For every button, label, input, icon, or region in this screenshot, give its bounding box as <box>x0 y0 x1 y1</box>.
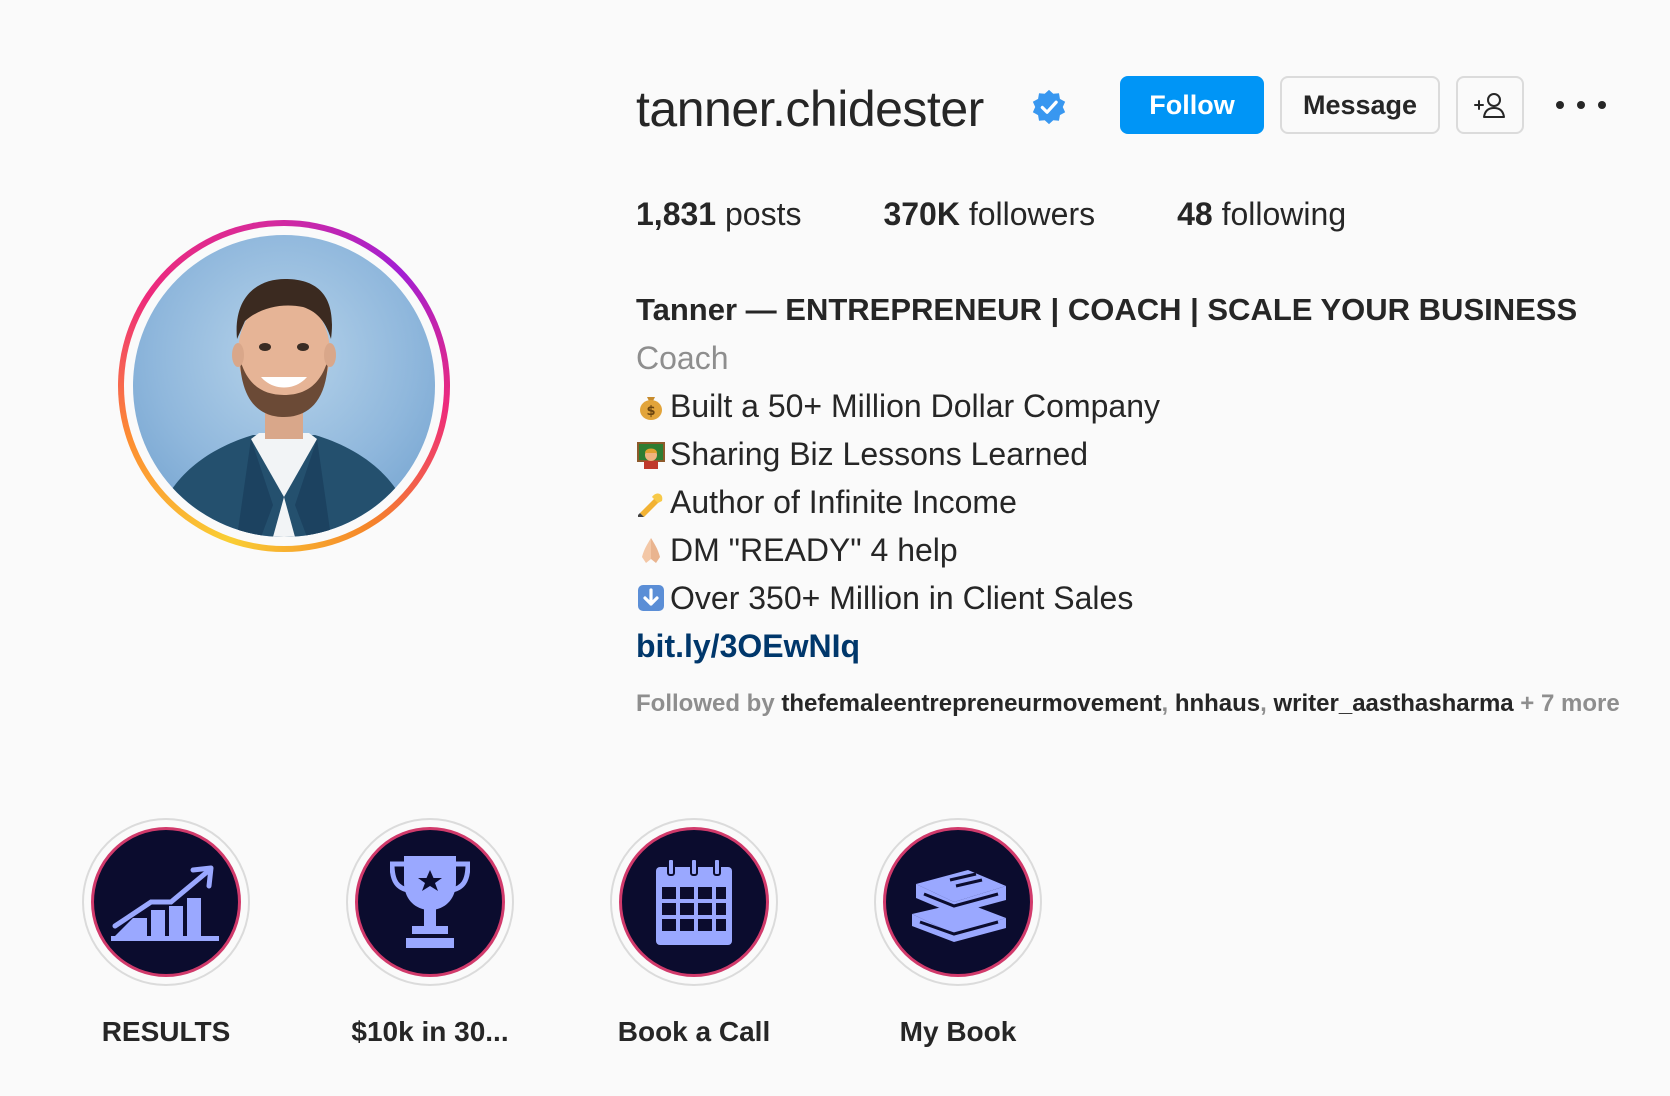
more-dot <box>1577 101 1585 109</box>
profile-username: tanner.chidester <box>636 81 984 137</box>
verified-badge-icon <box>1032 89 1066 125</box>
followers-label: followers <box>968 196 1096 232</box>
bio-link[interactable]: bit.ly/3OEwNIq <box>636 622 1656 670</box>
bio-line-text: Sharing Biz Lessons Learned <box>670 436 1089 472</box>
bio-line: DM "READY" 4 help <box>636 526 1656 574</box>
folded-hands-icon <box>642 538 660 563</box>
calendar-icon <box>656 858 732 945</box>
message-button[interactable]: Message <box>1280 76 1440 134</box>
suggested-users-button[interactable] <box>1456 76 1524 134</box>
bio-line: $ Built a 50+ Million Dollar Company <box>636 382 1656 430</box>
follower-name[interactable]: thefemaleentrepreneurmovement <box>781 690 1161 717</box>
growth-chart-icon <box>111 865 219 941</box>
following-stat[interactable]: 48 following <box>1177 196 1346 233</box>
highlight-ring <box>610 818 778 986</box>
highlight-ring <box>874 818 1042 986</box>
bio-line: Author of Infinite Income <box>636 478 1656 526</box>
highlight-cover <box>883 827 1033 977</box>
followed-by: Followed by thefemaleentrepreneurmovemen… <box>636 690 1620 718</box>
posts-label: posts <box>724 196 802 232</box>
highlight-label: Book a Call <box>617 1016 771 1047</box>
more-dot <box>1598 101 1606 109</box>
following-label: following <box>1221 196 1347 232</box>
teacher-icon <box>637 442 665 469</box>
profile-category: Coach <box>636 340 729 376</box>
followed-by-more[interactable]: + 7 more <box>1514 690 1619 717</box>
more-options-icon[interactable] <box>1556 92 1606 118</box>
bio-line-text: Author of Infinite Income <box>670 484 1017 520</box>
profile-bio: Tanner — ENTREPRENEUR | COACH | SCALE YO… <box>636 286 1656 670</box>
bio-line: Over 350+ Million in Client Sales <box>636 574 1656 622</box>
followers-count: 370K <box>883 196 960 232</box>
bio-line: Sharing Biz Lessons Learned <box>636 430 1656 478</box>
highlight-10k[interactable]: $10k in 30... <box>330 818 530 1048</box>
followed-by-prefix: Followed by <box>636 690 782 717</box>
bio-line-text: DM "READY" 4 help <box>670 532 958 568</box>
profile-avatar[interactable] <box>118 220 450 552</box>
profile-full-name: Tanner — ENTREPRENEUR | COACH | SCALE YO… <box>636 292 1578 327</box>
writing-hand-icon <box>638 493 663 517</box>
highlight-cover <box>355 827 505 977</box>
avatar-gap <box>124 226 444 546</box>
highlight-label: My Book <box>899 1016 1017 1047</box>
follow-button[interactable]: Follow <box>1120 76 1264 134</box>
highlight-ring <box>82 818 250 986</box>
add-user-icon <box>1474 93 1505 118</box>
trophy-icon <box>390 856 470 948</box>
profile-photo <box>133 235 435 537</box>
followers-stat[interactable]: 370K followers <box>883 196 1095 233</box>
highlight-cover <box>619 827 769 977</box>
follower-name[interactable]: hnhaus <box>1175 690 1260 717</box>
followed-by-separator: , <box>1161 690 1175 717</box>
highlight-cover <box>91 827 241 977</box>
posts-stat: 1,831 posts <box>636 196 801 233</box>
following-count: 48 <box>1177 196 1213 232</box>
svg-text:$: $ <box>646 404 655 419</box>
highlight-label: $10k in 30... <box>351 1016 509 1047</box>
profile-stats: 1,831 posts 370K followers 48 following <box>636 196 1428 233</box>
highlight-results[interactable]: RESULTS <box>66 818 266 1048</box>
books-icon <box>912 870 1006 942</box>
highlight-ring <box>346 818 514 986</box>
posts-count: 1,831 <box>636 196 717 232</box>
bio-line-text: Over 350+ Million in Client Sales <box>670 580 1134 616</box>
money-bag-icon: $ <box>640 397 662 420</box>
highlight-book-a-call[interactable]: Book a Call <box>594 818 794 1048</box>
more-dot <box>1556 101 1564 109</box>
highlight-my-book[interactable]: My Book <box>858 818 1058 1048</box>
followed-by-separator: , <box>1260 690 1274 717</box>
down-arrow-icon <box>638 585 664 611</box>
highlight-label: RESULTS <box>101 1016 231 1047</box>
bio-line-text: Built a 50+ Million Dollar Company <box>670 388 1160 424</box>
profile-photo-illustration <box>153 279 415 537</box>
follower-name[interactable]: writer_aasthasharma <box>1274 690 1514 717</box>
